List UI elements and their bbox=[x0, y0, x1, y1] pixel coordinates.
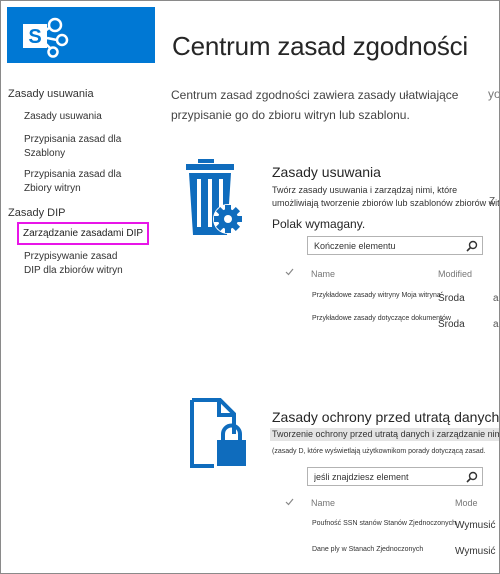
dlp-description-line1: Tworzenie ochrony przed utratą danych i … bbox=[270, 428, 499, 441]
retention-description-line1: Twórz zasady usuwania i zarządzaj nimi, … bbox=[272, 185, 458, 195]
nav-item-site-collection-assignments[interactable]: Przypisania zasad dla Zbiory witryn bbox=[24, 168, 134, 196]
sharepoint-logo-icon: S bbox=[23, 17, 69, 58]
retention-row-cut: a bbox=[493, 319, 499, 330]
search-icon[interactable] bbox=[466, 240, 478, 252]
dlp-row-name[interactable]: Poufność SSN stanów Stanów Zjednoczonych bbox=[312, 520, 456, 527]
page-frame: S Centrum zasad zgodności Centrum zasad … bbox=[0, 0, 500, 574]
required-field-note: Polak wymagany. bbox=[272, 217, 366, 231]
sharepoint-logo[interactable]: S bbox=[7, 7, 155, 63]
dlp-section-title: Zasady ochrony przed utratą danych bbox=[272, 409, 500, 425]
retention-description-line2: umożliwiają tworzenie zbiorów lub szablo… bbox=[272, 198, 500, 208]
search-icon[interactable] bbox=[466, 471, 478, 483]
truncated-edge-text: yo bbox=[488, 87, 500, 101]
retention-section-title: Zasady usuwania bbox=[272, 164, 381, 180]
retention-col-modified[interactable]: Modified bbox=[438, 269, 472, 279]
recycle-bin-gear-icon bbox=[186, 159, 243, 235]
checkmark-icon[interactable] bbox=[285, 498, 294, 506]
dlp-description-line2: (zasady D, które wyświetlają użytkowniko… bbox=[272, 448, 486, 455]
dlp-search-input[interactable] bbox=[314, 468, 462, 485]
retention-row-name[interactable]: Przykładowe zasady dotyczące dokumentów bbox=[312, 315, 451, 322]
retention-row-modified: Środa bbox=[438, 319, 465, 330]
nav-item-template-assignments[interactable]: Przypisania zasad dla Szablony bbox=[24, 133, 134, 161]
retention-row-cut: a bbox=[493, 293, 499, 304]
nav-item-retention-policies[interactable]: Zasady usuwania bbox=[24, 110, 102, 124]
nav-item-dlp-assignments[interactable]: Przypisywanie zasad DIP dla zbiorów witr… bbox=[24, 250, 129, 278]
retention-search-input[interactable] bbox=[314, 237, 462, 254]
document-lock-icon bbox=[190, 398, 246, 468]
retention-row-name[interactable]: Przykładowe zasady witryny Moja witryna bbox=[312, 292, 441, 299]
logo-letter: S bbox=[28, 26, 41, 48]
retention-description-cut: Z bbox=[489, 196, 496, 207]
nav-header-dlp[interactable]: Zasady DIP bbox=[8, 207, 65, 219]
retention-row-modified: Środa bbox=[438, 293, 465, 304]
retention-search-box[interactable] bbox=[307, 236, 483, 255]
nav-item-dlp-management[interactable]: Zarządzanie zasadami DIP bbox=[17, 222, 150, 245]
dlp-row-mode: Wymusić bbox=[455, 520, 496, 531]
dlp-col-name[interactable]: Name bbox=[311, 498, 335, 508]
dlp-row-mode: Wymusić bbox=[455, 546, 496, 557]
dlp-row-name[interactable]: Dane ply w Stanach Zjednoczonych bbox=[312, 546, 423, 553]
dlp-search-box[interactable] bbox=[307, 467, 483, 486]
retention-col-name[interactable]: Name bbox=[311, 269, 335, 279]
page-description: Centrum zasad zgodności zawiera zasady u… bbox=[171, 88, 459, 122]
nav-header-retention[interactable]: Zasady usuwania bbox=[8, 88, 94, 100]
page-title: Centrum zasad zgodności bbox=[172, 31, 468, 61]
dlp-col-mode[interactable]: Mode bbox=[455, 498, 478, 508]
checkmark-icon[interactable] bbox=[285, 268, 294, 276]
